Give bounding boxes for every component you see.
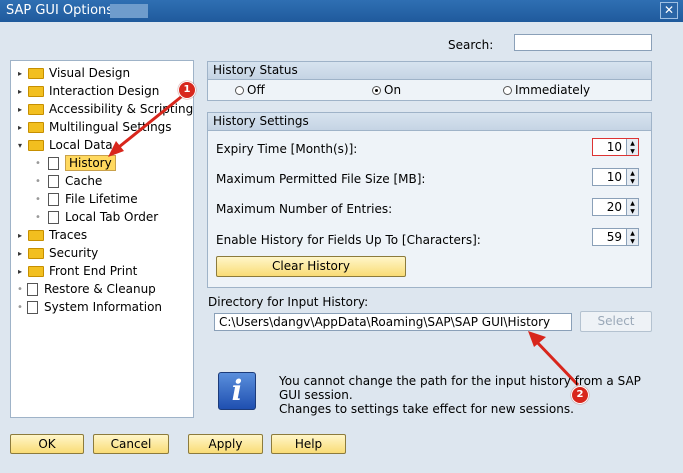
document-icon — [48, 174, 59, 188]
folder-icon — [28, 103, 44, 115]
document-icon — [48, 210, 59, 224]
tree-line-icon: • — [17, 301, 23, 313]
info-icon: i — [218, 372, 256, 410]
folder-icon — [28, 85, 44, 97]
tree-item-system-information[interactable]: • System Information — [15, 298, 162, 316]
document-icon — [27, 300, 38, 314]
close-button[interactable]: ✕ — [660, 2, 678, 19]
document-icon — [27, 282, 38, 296]
expand-arrow-icon[interactable]: ▸ — [15, 231, 25, 240]
expand-arrow-icon[interactable]: ▸ — [15, 69, 25, 78]
radio-circle-icon — [235, 85, 244, 95]
spin-down-icon: ▼ — [630, 237, 635, 245]
help-button[interactable]: Help — [271, 434, 346, 454]
document-icon — [48, 156, 59, 170]
tree-line-icon: • — [35, 193, 41, 205]
max-entries-label: Maximum Number of Entries: — [216, 202, 393, 216]
spin-up-icon: ▲ — [630, 139, 635, 147]
tree-item-restore-cleanup[interactable]: • Restore & Cleanup — [15, 280, 156, 298]
folder-open-icon — [28, 139, 44, 151]
spin-up-icon: ▲ — [630, 199, 635, 207]
spin-down-icon: ▼ — [630, 147, 635, 155]
tree-item-file-lifetime[interactable]: • File Lifetime — [33, 190, 138, 208]
search-label: Search: — [448, 38, 494, 52]
search-input[interactable] — [514, 34, 652, 51]
folder-icon — [28, 229, 44, 241]
radio-selected-icon — [372, 85, 381, 95]
window-title: SAP GUI Options - — [6, 3, 122, 18]
history-settings-group: History Settings Expiry Time [Month(s)]:… — [207, 112, 652, 288]
tree-line-icon: • — [17, 283, 23, 295]
tree-item-front-end-print[interactable]: ▸ Front End Print — [15, 262, 137, 280]
history-settings-heading: History Settings — [208, 113, 651, 131]
spin-down-icon: ▼ — [630, 207, 635, 215]
collapse-arrow-icon[interactable]: ▾ — [15, 141, 25, 150]
history-status-heading: History Status — [208, 62, 651, 80]
tree-item-security[interactable]: ▸ Security — [15, 244, 98, 262]
history-chars-stepper[interactable]: 59 ▲ ▼ — [592, 228, 639, 246]
expiry-time-stepper[interactable]: 10 ▲ ▼ — [592, 138, 639, 156]
radio-immediately[interactable]: Immediately — [503, 83, 590, 97]
title-bar: SAP GUI Options - ✕ — [0, 0, 683, 22]
expand-arrow-icon[interactable]: ▸ — [15, 87, 25, 96]
expiry-time-label: Expiry Time [Month(s)]: — [216, 142, 358, 156]
tree-item-local-data[interactable]: ▾ Local Data — [15, 136, 113, 154]
ok-button[interactable]: OK — [10, 434, 84, 454]
apply-button[interactable]: Apply — [188, 434, 263, 454]
radio-circle-icon — [503, 85, 512, 95]
max-entries-stepper[interactable]: 20 ▲ ▼ — [592, 198, 639, 216]
tree-item-visual-design[interactable]: ▸ Visual Design — [15, 64, 130, 82]
radio-on[interactable]: On — [372, 83, 401, 97]
expand-arrow-icon[interactable]: ▸ — [15, 267, 25, 276]
folder-icon — [28, 265, 44, 277]
radio-off[interactable]: Off — [235, 83, 265, 97]
directory-path-field: C:\Users\dangv\AppData\Roaming\SAP\SAP G… — [214, 313, 572, 331]
cancel-button[interactable]: Cancel — [93, 434, 169, 454]
tree-line-icon: • — [35, 175, 41, 187]
info-message: You cannot change the path for the input… — [279, 374, 641, 416]
folder-icon — [28, 67, 44, 79]
tree-item-local-tab-order[interactable]: • Local Tab Order — [33, 208, 158, 226]
expand-arrow-icon[interactable]: ▸ — [15, 105, 25, 114]
document-icon — [48, 192, 59, 206]
spin-up-icon: ▲ — [630, 169, 635, 177]
max-file-size-label: Maximum Permitted File Size [MB]: — [216, 172, 426, 186]
tree-item-traces[interactable]: ▸ Traces — [15, 226, 87, 244]
clear-history-button[interactable]: Clear History — [216, 256, 406, 277]
folder-icon — [28, 247, 44, 259]
expand-arrow-icon[interactable]: ▸ — [15, 249, 25, 258]
callout-badge-1: 1 — [178, 81, 196, 99]
redacted-system-name — [110, 4, 148, 18]
history-status-group: History Status Off On Immediately — [207, 61, 652, 101]
directory-label: Directory for Input History: — [208, 295, 369, 309]
history-chars-label: Enable History for Fields Up To [Charact… — [216, 233, 481, 247]
spin-down-icon: ▼ — [630, 177, 635, 185]
tree-line-icon: • — [35, 211, 41, 223]
folder-icon — [28, 121, 44, 133]
tree-line-icon: • — [35, 157, 41, 169]
tree-item-cache[interactable]: • Cache — [33, 172, 102, 190]
max-file-size-stepper[interactable]: 10 ▲ ▼ — [592, 168, 639, 186]
expand-arrow-icon[interactable]: ▸ — [15, 123, 25, 132]
spin-up-icon: ▲ — [630, 229, 635, 237]
